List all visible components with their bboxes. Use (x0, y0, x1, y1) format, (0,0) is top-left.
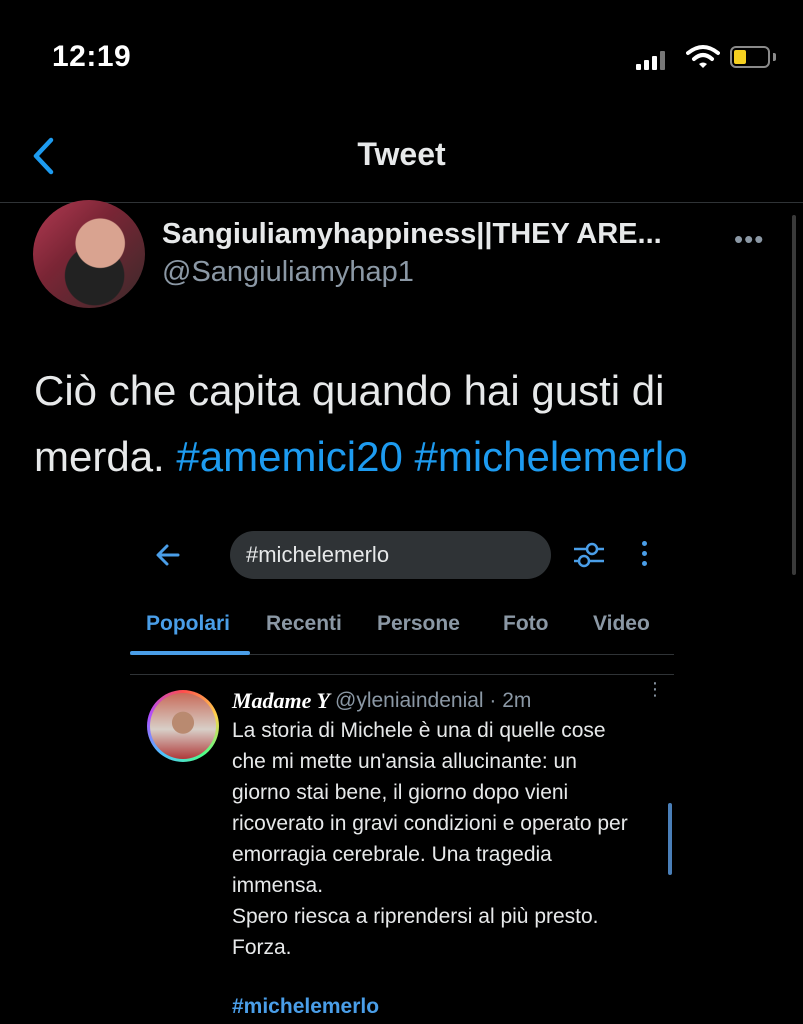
embedded-tab-foto: Foto (503, 612, 549, 635)
embedded-post-text: La storia di Michele è una di quelle cos… (232, 715, 672, 963)
more-options-icon[interactable]: ••• (734, 224, 764, 255)
embedded-post-line: ricoverato in gravi condizioni e operato… (232, 812, 628, 835)
embedded-post-author: Madame Y (232, 688, 330, 713)
scrollbar[interactable] (792, 215, 796, 575)
embedded-post-meta: @yleniaindenial · 2m (335, 689, 532, 712)
hashtag-link[interactable]: #michelemerlo (415, 433, 688, 480)
cellular-signal-icon (636, 50, 666, 70)
embedded-post-hashtag: #michelemerlo (232, 995, 380, 1018)
embedded-post-avatar (147, 690, 219, 762)
battery-icon (730, 46, 770, 68)
author-avatar[interactable] (33, 200, 145, 308)
row-divider (130, 674, 674, 675)
author-display-name[interactable]: Sangiuliamyhappiness||THEY ARE... (162, 218, 662, 251)
battery-cap (773, 53, 776, 61)
tweet-text: Ciò che capita quando hai gusti di merda… (34, 358, 774, 490)
embedded-tab-video: Video (593, 612, 650, 635)
embedded-more-icon: ⋮ (646, 679, 664, 699)
embedded-post-line: immensa. (232, 874, 324, 897)
embedded-tab-persone: Persone (377, 612, 460, 635)
filter-sliders-icon (574, 542, 604, 568)
hashtag-link[interactable]: #amemici20 (176, 433, 402, 480)
arrow-left-icon (156, 544, 180, 566)
author-handle[interactable]: @Sangiuliamyhap1 (162, 256, 414, 289)
embedded-post-line: La storia di Michele è una di quelle cos… (232, 719, 606, 742)
embedded-tab-recenti: Recenti (266, 612, 342, 635)
page-title: Tweet (357, 136, 446, 172)
embedded-post-line: che mi mette un'ansia allucinante: un (232, 750, 577, 773)
embedded-search-field: #michelemerlo (230, 531, 551, 579)
kebab-menu-icon (642, 541, 648, 571)
embedded-scrollbar (668, 803, 672, 875)
active-tab-indicator (130, 651, 250, 655)
nav-divider (0, 202, 803, 203)
wifi-icon (686, 45, 720, 68)
status-time: 12:19 (52, 40, 132, 73)
embedded-post-line: Spero riesca a riprendersi al più presto… (232, 905, 599, 928)
embedded-tab-popolari: Popolari (146, 612, 231, 635)
embedded-post-line: Forza. (232, 936, 292, 959)
embedded-post-line: giorno stai bene, il giorno dopo vieni (232, 781, 569, 804)
embedded-post-line: emorragia cerebrale. Una tragedia (232, 843, 552, 866)
